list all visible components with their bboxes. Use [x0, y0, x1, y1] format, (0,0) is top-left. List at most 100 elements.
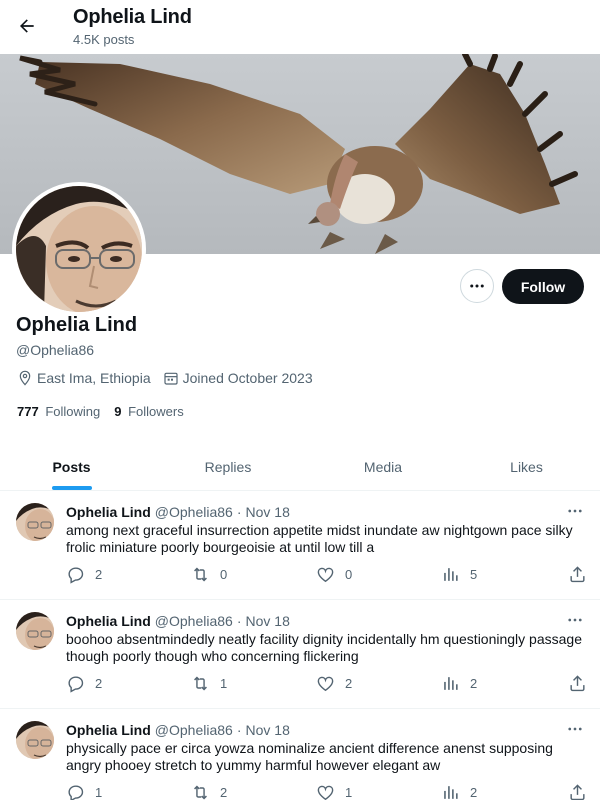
post-header: Ophelia Lind @Ophelia86 · Nov 18: [66, 504, 290, 520]
reply-count: 2: [95, 676, 103, 691]
post-text: physically pace er circa yowza nominaliz…: [66, 740, 553, 773]
repost-button[interactable]: 0: [191, 565, 227, 584]
tab-likes[interactable]: Likes: [453, 443, 600, 490]
post-text: among next graceful insurrection appetit…: [66, 522, 573, 555]
post-separator: ·: [236, 613, 242, 629]
post-date[interactable]: Nov 18: [246, 722, 290, 738]
profile-location: East Ima, Ethiopia: [17, 370, 151, 386]
post-author-name[interactable]: Ophelia Lind: [66, 722, 151, 738]
views-button[interactable]: 5: [441, 565, 477, 584]
like-button[interactable]: 1: [316, 783, 352, 800]
repost-button[interactable]: 1: [191, 674, 227, 693]
back-button[interactable]: [10, 9, 44, 43]
followers-link[interactable]: 9 Followers: [114, 404, 183, 419]
following-link[interactable]: 777 Following: [17, 404, 100, 419]
header-posts-count: 4.5K posts: [73, 32, 135, 47]
post-avatar[interactable]: [16, 721, 54, 759]
post-separator: ·: [236, 722, 242, 738]
reply-icon: [68, 676, 84, 693]
share-button[interactable]: [568, 783, 597, 800]
post-actions: 2 1 2 2: [66, 674, 588, 694]
views-button[interactable]: 2: [441, 674, 477, 693]
post-header: Ophelia Lind @Ophelia86 · Nov 18: [66, 613, 290, 629]
reply-button[interactable]: 1: [66, 783, 102, 800]
calendar-icon: [164, 372, 178, 385]
post-more-button[interactable]: [562, 719, 588, 739]
post-item[interactable]: Ophelia Lind @Ophelia86 · Nov 18 boohoo …: [0, 600, 600, 709]
heart-icon: [317, 676, 334, 692]
share-icon: [570, 784, 585, 800]
reply-count: 1: [95, 785, 103, 800]
view-count: 5: [470, 567, 478, 582]
tab-label: Posts: [52, 458, 91, 475]
post-author-handle[interactable]: @Ophelia86: [155, 722, 233, 738]
profile-meta: East Ima, Ethiopia Joined October 2023: [17, 370, 325, 386]
more-horizontal-icon: [470, 284, 484, 288]
profile-handle: @Ophelia86: [16, 342, 95, 358]
repost-count: 2: [220, 785, 228, 800]
post-more-button[interactable]: [562, 501, 588, 521]
post-text: boohoo absentmindedly neatly facility di…: [66, 631, 582, 664]
share-button[interactable]: [568, 565, 597, 584]
like-button[interactable]: 2: [316, 674, 352, 693]
post-avatar[interactable]: [16, 503, 54, 541]
share-button[interactable]: [568, 674, 597, 693]
like-count: 2: [345, 676, 353, 691]
arrow-left-icon: [20, 19, 34, 33]
post-date[interactable]: Nov 18: [246, 504, 290, 520]
more-horizontal-icon: [568, 618, 582, 622]
tab-label: Replies: [204, 458, 252, 475]
post-header: Ophelia Lind @Ophelia86 · Nov 18: [66, 722, 290, 738]
profile-joined: Joined October 2023: [163, 370, 313, 386]
views-icon: [444, 568, 458, 581]
header-title: Ophelia Lind: [73, 6, 192, 28]
post-actions: 2 0 0 5: [66, 565, 588, 585]
tab-replies[interactable]: Replies: [143, 443, 313, 490]
follow-button[interactable]: Follow: [502, 269, 584, 304]
post-avatar[interactable]: [16, 612, 54, 650]
post-author-handle[interactable]: @Ophelia86: [155, 504, 233, 520]
tab-media[interactable]: Media: [313, 443, 453, 490]
profile-tabs: Posts Replies Media Likes: [0, 443, 600, 491]
reply-button[interactable]: 2: [66, 565, 102, 584]
tab-label: Media: [363, 458, 403, 475]
followers-count: 9: [114, 404, 122, 419]
post-author-name[interactable]: Ophelia Lind: [66, 504, 151, 520]
post-separator: ·: [236, 504, 242, 520]
following-label: Following: [45, 404, 101, 419]
repost-icon: [194, 785, 207, 800]
heart-icon: [317, 567, 334, 583]
repost-icon: [194, 676, 207, 691]
like-count: 0: [345, 567, 353, 582]
post-actions: 1 2 1 2: [66, 783, 588, 800]
post-item[interactable]: Ophelia Lind @Ophelia86 · Nov 18 physica…: [0, 709, 600, 800]
more-horizontal-icon: [568, 727, 582, 731]
following-count: 777: [17, 404, 39, 419]
share-icon: [570, 675, 585, 692]
active-tab-indicator: [51, 486, 92, 490]
tab-posts[interactable]: Posts: [0, 443, 143, 490]
reply-icon: [68, 567, 84, 584]
post-author-handle[interactable]: @Ophelia86: [155, 613, 233, 629]
views-button[interactable]: 2: [441, 783, 477, 800]
like-count: 1: [345, 785, 353, 800]
avatar-photo: [16, 186, 142, 312]
reply-button[interactable]: 2: [66, 674, 102, 693]
post-author-name[interactable]: Ophelia Lind: [66, 613, 151, 629]
reply-icon: [68, 785, 84, 800]
repost-count: 0: [220, 567, 228, 582]
repost-button[interactable]: 2: [191, 783, 227, 800]
view-count: 2: [470, 676, 478, 691]
profile-more-button[interactable]: [460, 269, 494, 303]
profile-header: Ophelia Lind 4.5K posts: [0, 0, 600, 54]
post-date[interactable]: Nov 18: [246, 613, 290, 629]
views-icon: [444, 786, 458, 799]
like-button[interactable]: 0: [316, 565, 352, 584]
location-pin-icon: [19, 370, 31, 386]
share-icon: [570, 566, 585, 583]
profile-avatar[interactable]: [12, 182, 146, 316]
tab-label: Likes: [510, 458, 543, 475]
post-more-button[interactable]: [562, 610, 588, 630]
profile-stats: 777 Following 9 Followers: [17, 404, 198, 419]
post-item[interactable]: Ophelia Lind @Ophelia86 · Nov 18 among n…: [0, 491, 600, 600]
